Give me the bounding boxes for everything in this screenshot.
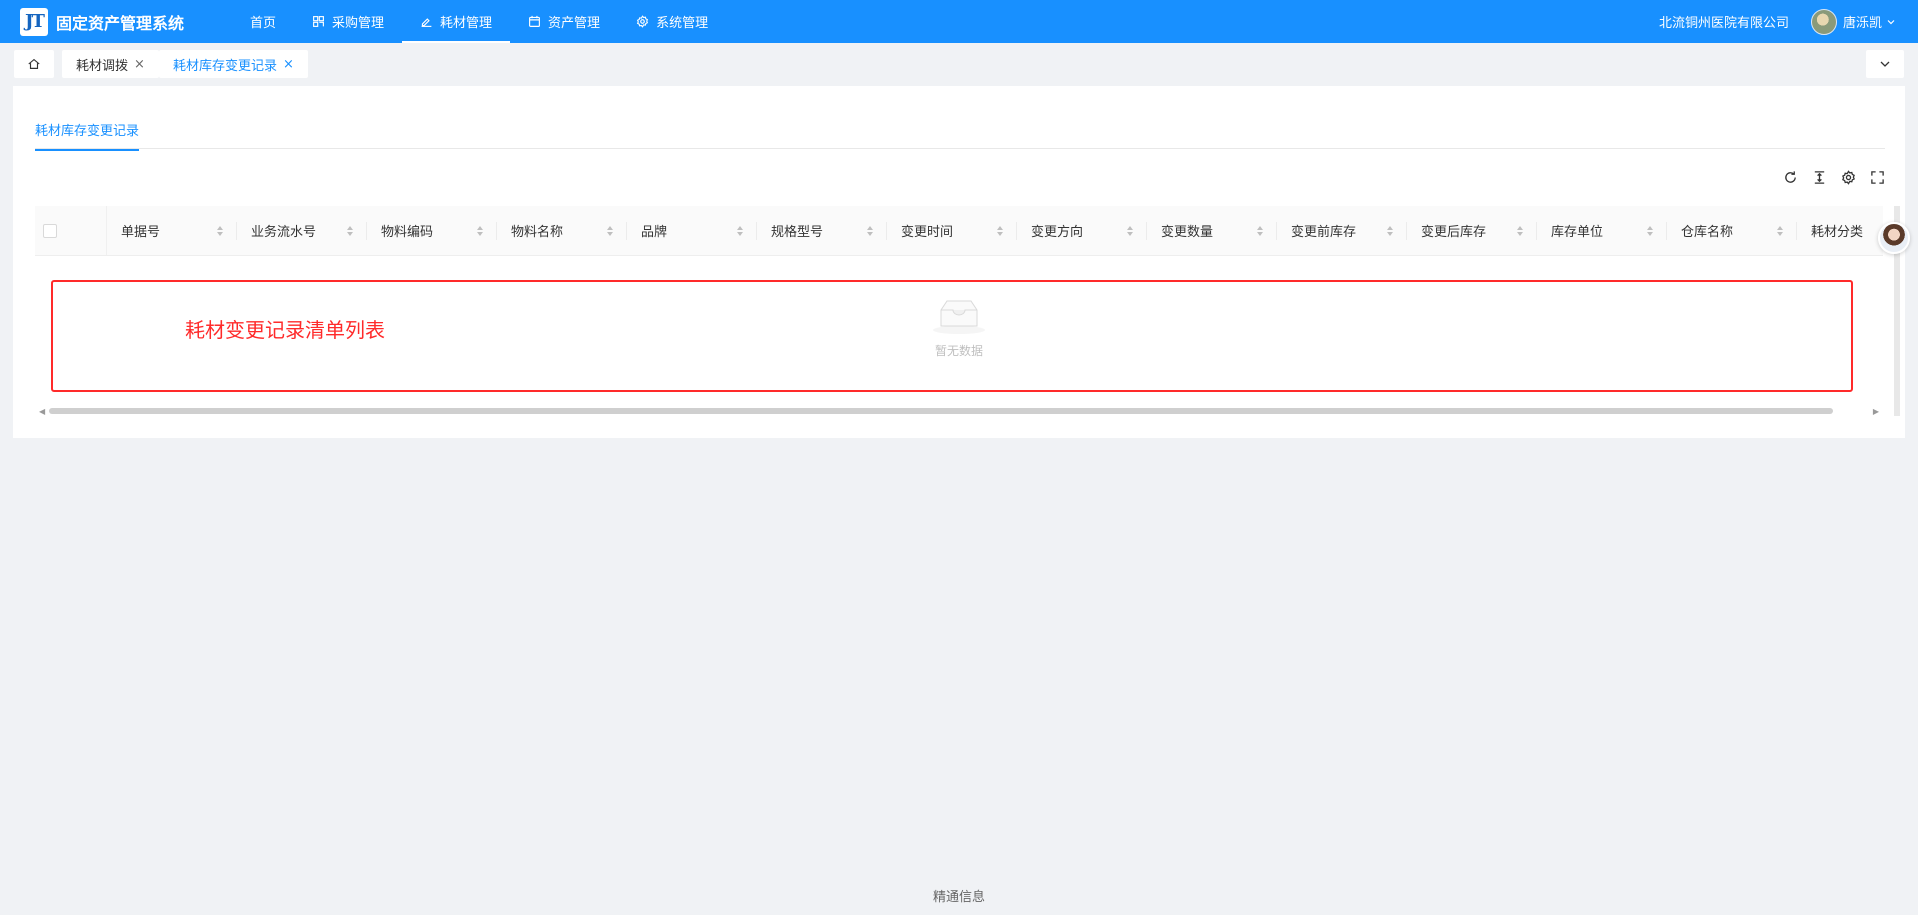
table-header: 单据号 业务流水号 物料编码 物料名称 品牌 规格型号 变更时间 变更方向 变更… bbox=[35, 206, 1883, 256]
nav-item-label: 系统管理 bbox=[656, 16, 709, 31]
column-title: 品牌 bbox=[641, 225, 668, 240]
sort-icon[interactable] bbox=[997, 225, 1003, 236]
tabs-dropdown-button[interactable] bbox=[1866, 50, 1904, 78]
sort-icon[interactable] bbox=[1387, 225, 1393, 236]
footer-text: 精通信息 bbox=[932, 890, 985, 905]
app-logo[interactable]: JT 固定资产管理系统 bbox=[20, 7, 200, 36]
chevron-down-icon[interactable] bbox=[1886, 17, 1896, 27]
sort-icon[interactable] bbox=[477, 225, 483, 236]
org-name[interactable]: 北流铜州医院有限公司 bbox=[1659, 12, 1789, 31]
nav-item-assets[interactable]: 资产管理 bbox=[510, 0, 618, 43]
avatar[interactable] bbox=[1810, 8, 1837, 35]
column-title: 变更前库存 bbox=[1291, 225, 1357, 240]
refresh-icon[interactable] bbox=[1783, 170, 1798, 185]
column-header[interactable]: 库存单位 bbox=[1537, 206, 1667, 255]
subtab-divider bbox=[35, 148, 1885, 149]
content-card: 耗材库存变更记录 单据号 业务流水号 物料编码 物料名称 品牌 规格型号 变更时… bbox=[13, 86, 1905, 438]
nav-item-label: 耗材管理 bbox=[440, 16, 493, 31]
grid-icon bbox=[313, 16, 324, 27]
column-title: 耗材分类 bbox=[1811, 225, 1864, 240]
calendar-icon bbox=[529, 15, 540, 27]
column-title: 仓库名称 bbox=[1681, 225, 1734, 240]
top-navbar: JT 固定资产管理系统 首页 采购管理 耗材管理 资产管理 系统管理 北流铜州医… bbox=[0, 0, 1918, 43]
column-header[interactable]: 变更时间 bbox=[887, 206, 1017, 255]
column-title: 变更方向 bbox=[1031, 225, 1084, 240]
column-title: 单据号 bbox=[121, 225, 161, 240]
column-header[interactable]: 耗材分类 bbox=[1797, 206, 1883, 255]
assistant-avatar[interactable] bbox=[1878, 222, 1910, 254]
main-nav: 首页 采购管理 耗材管理 资产管理 系统管理 bbox=[232, 0, 726, 43]
column-title: 库存单位 bbox=[1551, 225, 1604, 240]
tab-label: 耗材调拨 bbox=[76, 58, 129, 74]
nav-item-label: 首页 bbox=[250, 16, 277, 31]
column-title: 业务流水号 bbox=[251, 225, 317, 240]
column-header[interactable]: 变更后库存 bbox=[1407, 206, 1537, 255]
page-tabs-bar: 耗材调拨 × 耗材库存变更记录 × bbox=[0, 43, 1918, 83]
column-title: 变更后库存 bbox=[1421, 225, 1487, 240]
scroll-right-icon[interactable]: ▶ bbox=[1873, 407, 1879, 416]
column-title: 变更时间 bbox=[901, 225, 954, 240]
subtab-inventory-change-log[interactable]: 耗材库存变更记录 bbox=[35, 120, 140, 151]
close-icon[interactable]: × bbox=[134, 57, 145, 72]
tab-consumables-transfer[interactable]: 耗材调拨 × bbox=[62, 50, 159, 78]
sort-icon[interactable] bbox=[1257, 225, 1263, 236]
home-icon bbox=[28, 58, 40, 69]
gear-icon bbox=[636, 15, 649, 28]
column-height-icon[interactable] bbox=[1812, 170, 1827, 185]
sort-icon[interactable] bbox=[1127, 225, 1133, 236]
close-icon[interactable]: × bbox=[283, 57, 294, 72]
nav-item-label: 资产管理 bbox=[548, 16, 601, 31]
topbar-right: 北流铜州医院有限公司 唐泺凯 bbox=[1659, 8, 1896, 35]
user-name[interactable]: 唐泺凯 bbox=[1843, 12, 1882, 31]
nav-item-purchase[interactable]: 采购管理 bbox=[294, 0, 402, 43]
column-header[interactable]: 变更方向 bbox=[1017, 206, 1147, 255]
sort-icon[interactable] bbox=[217, 225, 223, 236]
sort-icon[interactable] bbox=[1647, 225, 1653, 236]
tab-label: 耗材库存变更记录 bbox=[173, 58, 278, 74]
column-title: 物料编码 bbox=[381, 225, 434, 240]
tab-home[interactable] bbox=[14, 50, 54, 78]
column-title: 规格型号 bbox=[771, 225, 824, 240]
nav-item-consumables[interactable]: 耗材管理 bbox=[402, 0, 511, 43]
column-header[interactable]: 变更前库存 bbox=[1277, 206, 1407, 255]
nav-item-home[interactable]: 首页 bbox=[232, 0, 294, 43]
fullscreen-icon[interactable] bbox=[1870, 170, 1885, 185]
app-title: 固定资产管理系统 bbox=[56, 13, 185, 33]
column-title: 变更数量 bbox=[1161, 225, 1214, 240]
column-header[interactable]: 业务流水号 bbox=[237, 206, 367, 255]
sort-icon[interactable] bbox=[1517, 225, 1523, 236]
column-header[interactable]: 规格型号 bbox=[757, 206, 887, 255]
select-all-cell bbox=[35, 206, 107, 255]
scrollbar-thumb[interactable] bbox=[49, 408, 1833, 414]
horizontal-scrollbar[interactable]: ◀ ▶ bbox=[35, 406, 1883, 416]
chevron-down-icon bbox=[1880, 61, 1890, 67]
column-header[interactable]: 品牌 bbox=[627, 206, 757, 255]
column-header[interactable]: 物料名称 bbox=[497, 206, 627, 255]
nav-item-label: 采购管理 bbox=[332, 16, 385, 31]
logo-mark: JT bbox=[20, 7, 48, 36]
nav-item-system[interactable]: 系统管理 bbox=[618, 0, 726, 43]
sort-icon[interactable] bbox=[347, 225, 353, 236]
edit-icon bbox=[421, 18, 432, 27]
sort-icon[interactable] bbox=[607, 225, 613, 236]
column-title: 物料名称 bbox=[511, 225, 564, 240]
column-header[interactable]: 仓库名称 bbox=[1667, 206, 1797, 255]
annotation-label: 耗材变更记录清单列表 bbox=[185, 318, 385, 342]
tab-inventory-change-log[interactable]: 耗材库存变更记录 × bbox=[159, 50, 308, 78]
sort-icon[interactable] bbox=[737, 225, 743, 236]
sort-icon[interactable] bbox=[867, 225, 873, 236]
column-header[interactable]: 变更数量 bbox=[1147, 206, 1277, 255]
table-toolbar bbox=[1783, 170, 1885, 185]
scroll-left-icon[interactable]: ◀ bbox=[39, 407, 45, 416]
sort-icon[interactable] bbox=[1777, 225, 1783, 236]
column-header[interactable]: 物料编码 bbox=[367, 206, 497, 255]
select-all-checkbox[interactable] bbox=[43, 223, 57, 238]
gear-icon[interactable] bbox=[1841, 170, 1856, 185]
column-header[interactable]: 单据号 bbox=[107, 206, 237, 255]
